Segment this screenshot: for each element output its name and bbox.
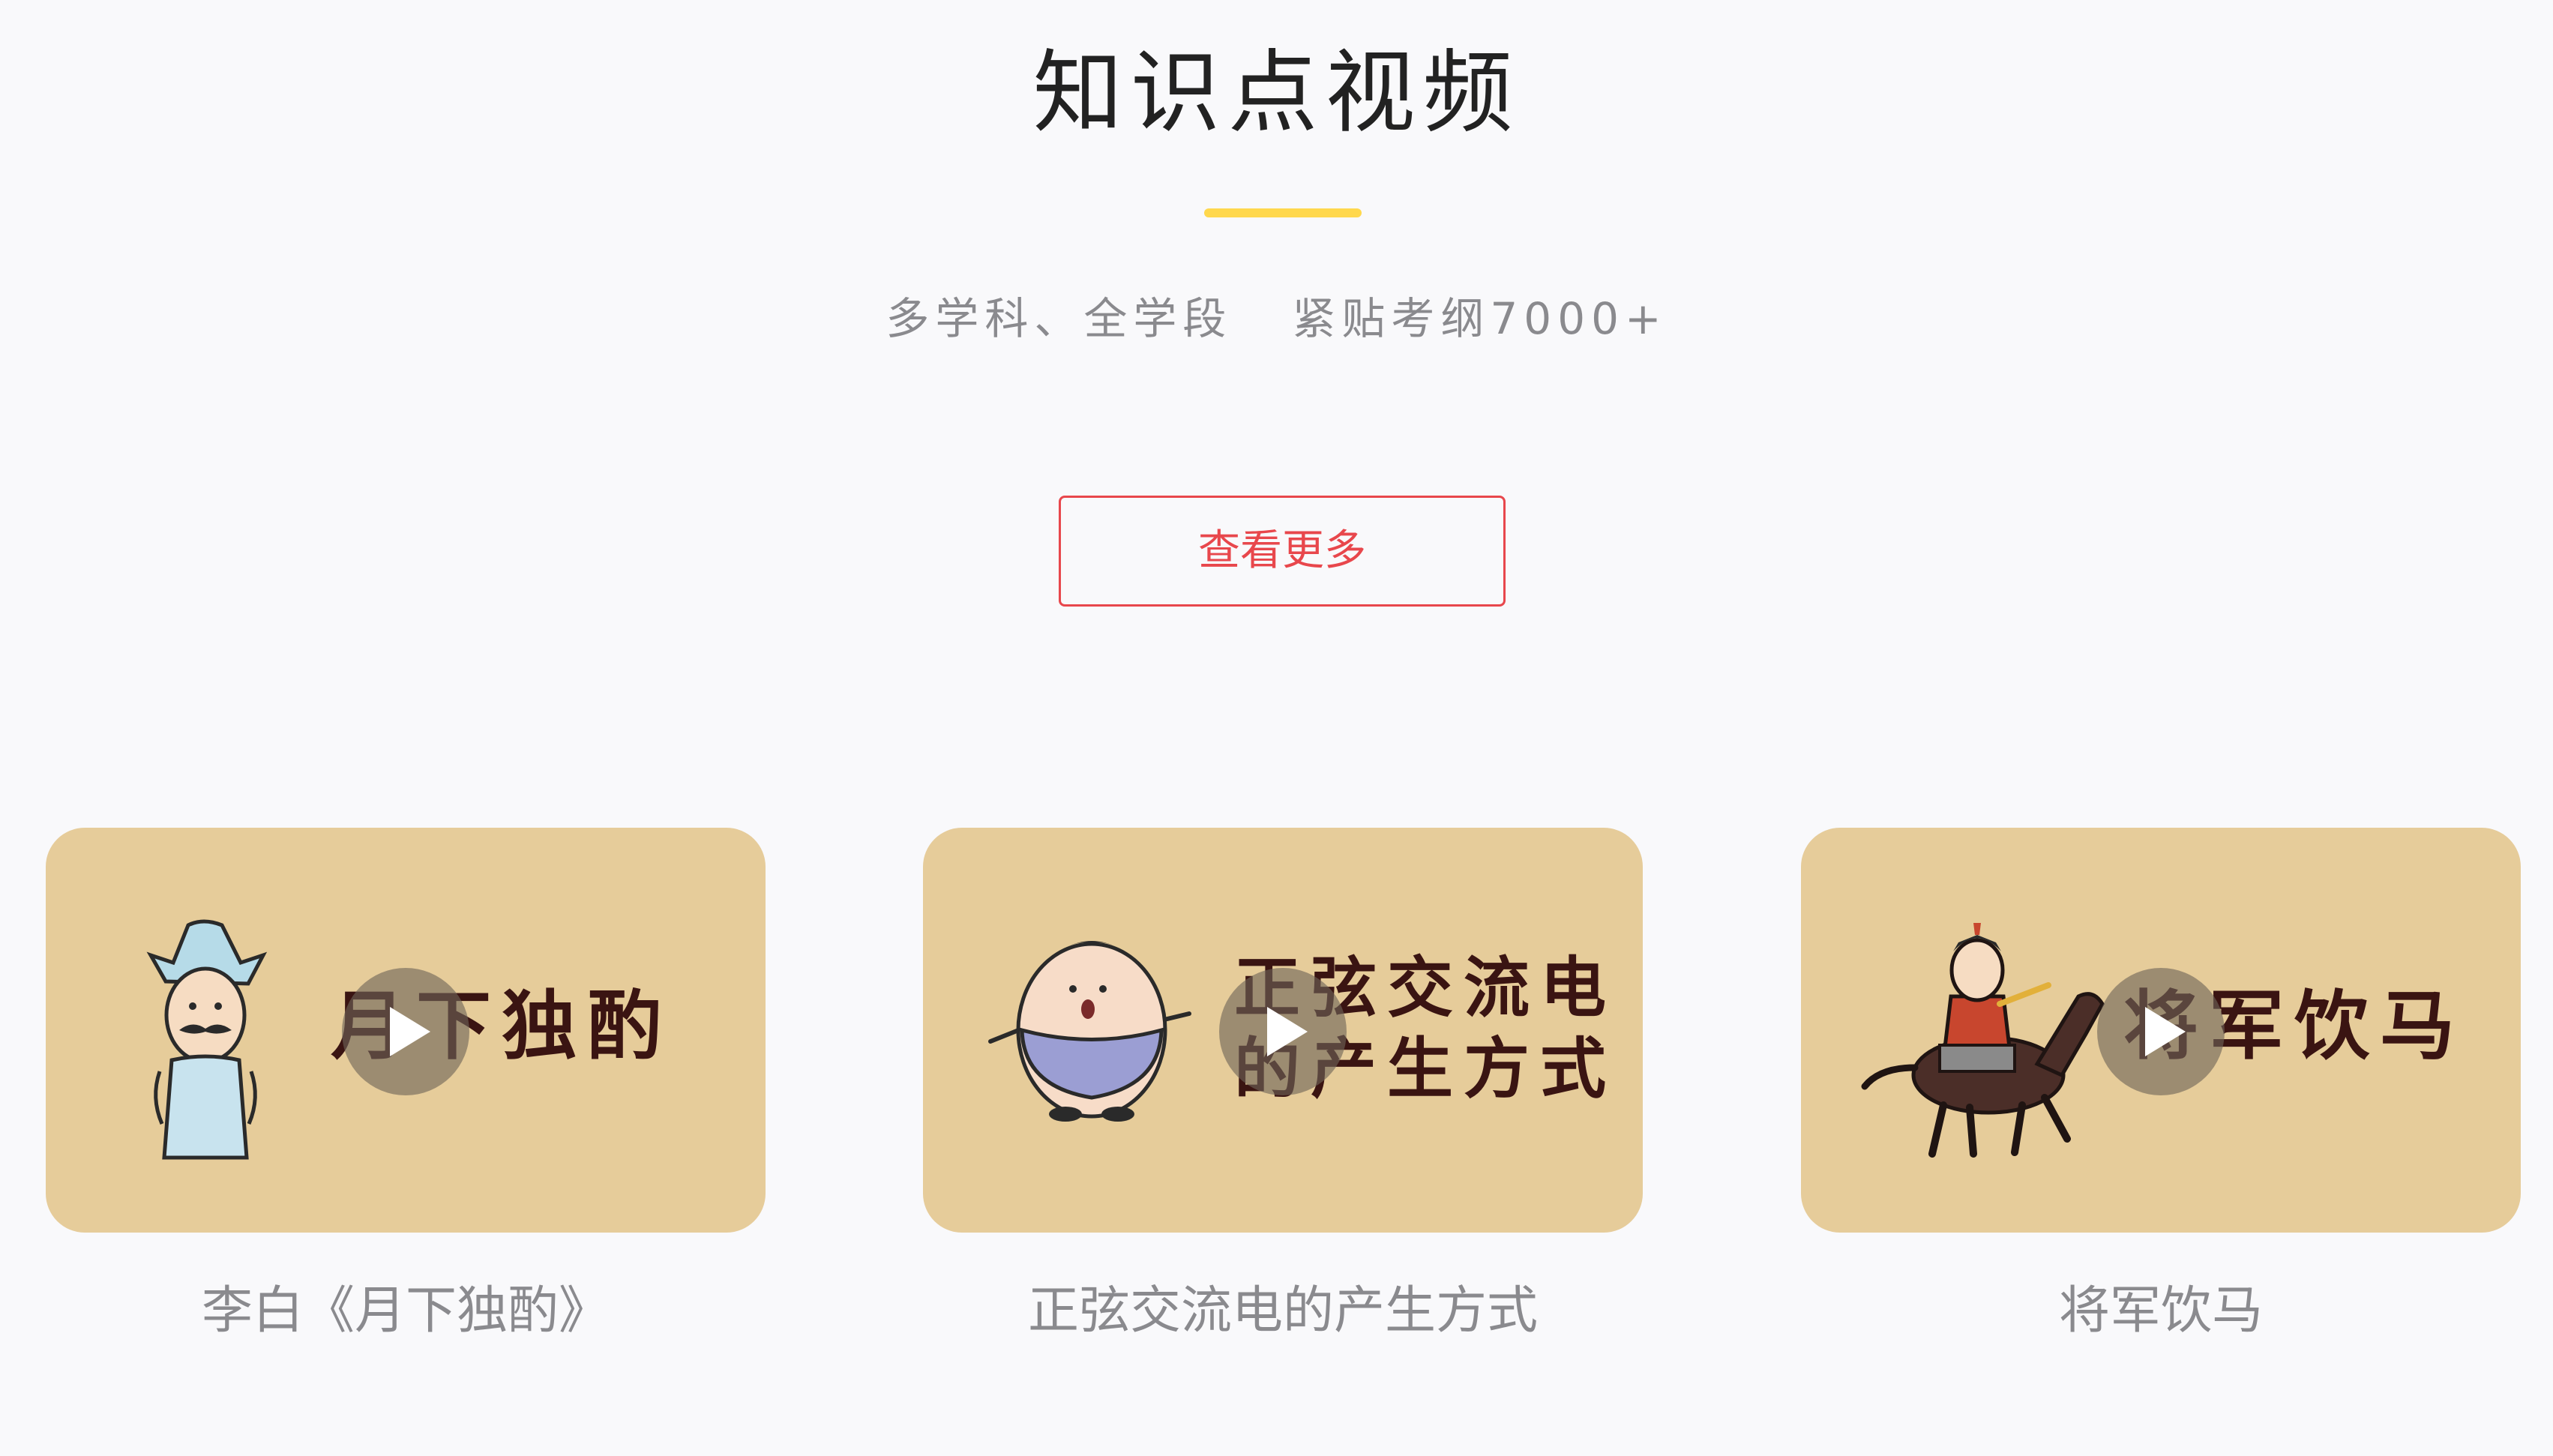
video-card[interactable]: 月下独酌 李白《月下独酌》 <box>46 828 766 1345</box>
view-more-button[interactable]: 查看更多 <box>1059 496 1506 607</box>
section-subtitle: 多学科、全学段 紧贴考纲7000+ <box>0 289 2553 349</box>
video-card[interactable]: 正弦交流电 的产生方式 正弦交流电的产生方式 <box>923 828 1643 1345</box>
li-bai-figure-icon <box>146 919 268 1160</box>
video-caption[interactable]: 将军饮马 <box>1801 1278 2521 1345</box>
video-card[interactable]: 将军饮马 将军饮马 <box>1801 828 2521 1345</box>
video-thumbnail[interactable]: 正弦交流电 的产生方式 <box>923 828 1643 1233</box>
video-thumbnail[interactable]: 月下独酌 <box>46 828 766 1233</box>
title-underline <box>1204 208 1362 217</box>
subtitle-right: 紧贴考纲7000+ <box>1292 293 1668 344</box>
subtitle-left: 多学科、全学段 <box>885 293 1233 344</box>
video-caption[interactable]: 李白《月下独酌》 <box>46 1278 766 1345</box>
video-thumbnail[interactable]: 将军饮马 <box>1801 828 2521 1233</box>
egg-character-icon <box>988 941 1191 1122</box>
video-caption[interactable]: 正弦交流电的产生方式 <box>923 1278 1643 1345</box>
play-icon[interactable] <box>1219 968 1347 1095</box>
section-title: 知识点视频 <box>1032 41 1521 145</box>
play-icon[interactable] <box>342 968 469 1095</box>
general-on-horse-icon <box>1861 923 2105 1158</box>
play-icon[interactable] <box>2097 968 2225 1095</box>
